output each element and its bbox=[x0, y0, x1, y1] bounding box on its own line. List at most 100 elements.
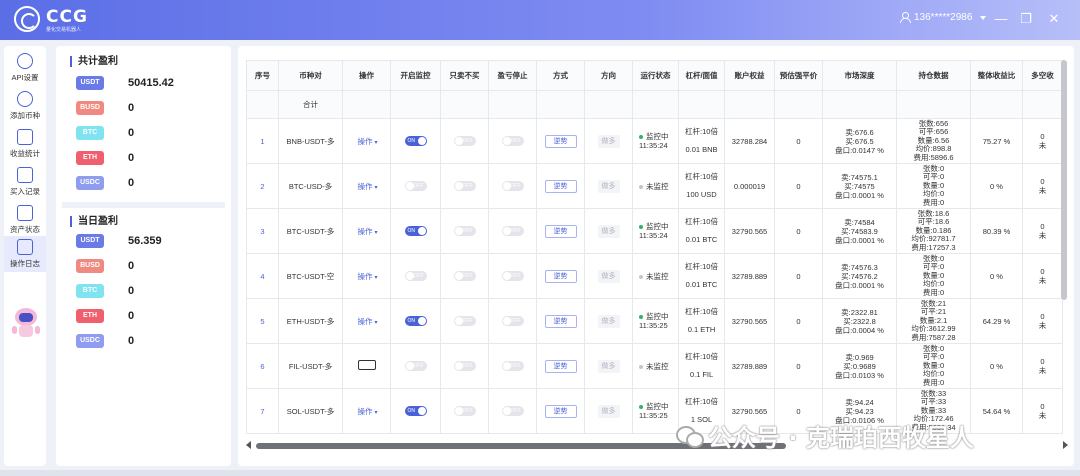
long-short-line: 未 bbox=[1038, 231, 1047, 240]
operation-menu[interactable] bbox=[357, 360, 376, 370]
stop-loss-toggle[interactable]: OFF bbox=[501, 361, 524, 371]
operation-cell: 操作 ▾ bbox=[342, 163, 391, 209]
sidebar-item-profit-stats[interactable]: 收益统计 bbox=[4, 126, 46, 162]
position-line: 费用:7587.28 bbox=[911, 332, 956, 342]
operation-cell: 操作 ▾ bbox=[342, 298, 391, 344]
status-line: 监控中 bbox=[639, 222, 678, 231]
sidebar-item-asset-status[interactable]: 资产状态 bbox=[4, 202, 46, 238]
scroll-right-arrow[interactable] bbox=[1063, 441, 1068, 449]
stop-loss-toggle[interactable]: OFF bbox=[501, 181, 524, 191]
pair-cell: BTC-USDT-空 bbox=[278, 253, 343, 299]
operation-menu[interactable]: 操作 bbox=[355, 181, 374, 192]
sell-only-toggle[interactable]: OFF bbox=[453, 406, 476, 416]
profit-value: 0 bbox=[128, 102, 135, 114]
stop-loss-toggle[interactable]: OFF bbox=[501, 271, 524, 281]
mode-button[interactable]: 逆势 bbox=[544, 314, 577, 328]
restore-button[interactable]: ❐ bbox=[1019, 12, 1033, 26]
direction-button[interactable]: 做多 bbox=[597, 314, 620, 328]
operation-menu[interactable]: 操作 bbox=[355, 316, 374, 327]
vertical-scrollbar[interactable] bbox=[1061, 60, 1067, 300]
face-value: 100 USD bbox=[686, 190, 717, 199]
mode-button[interactable]: 逆势 bbox=[544, 269, 577, 283]
sidebar-item-add-coin[interactable]: 添加币种 bbox=[4, 88, 46, 124]
monitor-toggle[interactable]: ON bbox=[404, 136, 427, 146]
mode-button[interactable]: 逆势 bbox=[544, 134, 577, 148]
minimize-button[interactable]: — bbox=[994, 12, 1008, 26]
sidebar-item-operation-log[interactable]: 操作日志 bbox=[4, 236, 46, 272]
mode-button[interactable]: 逆势 bbox=[544, 224, 577, 238]
today-profit-title: 当日盈利 bbox=[70, 216, 118, 227]
monitor-toggle[interactable]: OFF bbox=[404, 361, 427, 371]
scroll-left-arrow[interactable] bbox=[246, 441, 251, 449]
today-profit-row-usdc: USDC 0 bbox=[76, 334, 216, 350]
operation-menu[interactable]: 操作 bbox=[355, 406, 374, 417]
liquidation-cell: 0 bbox=[774, 163, 823, 209]
mode-button[interactable]: 逆势 bbox=[544, 404, 577, 418]
pair-cell: BNB-USDT-多 bbox=[278, 118, 343, 164]
depth-line: 买:74576.2 bbox=[841, 271, 878, 281]
sell-only-toggle[interactable]: OFF bbox=[453, 316, 476, 326]
user-icon bbox=[900, 12, 911, 23]
depth-line: 盘口:0.0001 % bbox=[835, 190, 884, 200]
stop-loss-toggle-cell: OFF bbox=[488, 388, 537, 434]
sell-only-toggle-cell: OFF bbox=[440, 253, 489, 299]
monitor-toggle[interactable]: ON bbox=[404, 316, 427, 326]
direction-button[interactable]: 做多 bbox=[597, 404, 620, 418]
direction-button[interactable]: 做多 bbox=[597, 179, 620, 193]
monitor-toggle[interactable]: OFF bbox=[404, 271, 427, 281]
mode-button[interactable]: 逆势 bbox=[544, 179, 577, 193]
summary-cell bbox=[896, 90, 971, 119]
sell-only-toggle[interactable]: OFF bbox=[453, 361, 476, 371]
stop-loss-toggle[interactable]: OFF bbox=[501, 136, 524, 146]
row-index: 2 bbox=[246, 163, 279, 209]
coin-badge: BUSD bbox=[76, 101, 104, 115]
user-menu[interactable]: 136*****2986 bbox=[900, 12, 987, 23]
depth-line: 卖:74575.1 bbox=[841, 172, 878, 182]
operation-cell bbox=[342, 343, 391, 389]
summary-cell bbox=[678, 90, 725, 119]
today-profit-row-usdt: USDT 56.359 bbox=[76, 234, 216, 250]
liquidation-cell: 0 bbox=[774, 343, 823, 389]
long-short-line: 0 bbox=[1040, 402, 1045, 411]
status-cell: 监控中 11:35:24 bbox=[632, 208, 679, 254]
monitor-toggle-cell: ON bbox=[390, 208, 441, 254]
sell-only-toggle[interactable]: OFF bbox=[453, 136, 476, 146]
robot-mascot-icon[interactable] bbox=[12, 308, 40, 340]
monitor-toggle[interactable]: ON bbox=[404, 406, 427, 416]
coin-badge: BTC bbox=[76, 126, 104, 140]
stop-loss-toggle[interactable]: OFF bbox=[501, 226, 524, 236]
sidebar-item-label: API设置 bbox=[11, 73, 39, 82]
status-text: 监控中 bbox=[646, 312, 669, 321]
stop-loss-toggle-cell: OFF bbox=[488, 343, 537, 389]
column-header: 整体收益比 bbox=[970, 60, 1023, 91]
position-cell: 张数:0 可平:0 数量:0 均价:0 费用:0 bbox=[896, 253, 971, 299]
stop-loss-toggle[interactable]: OFF bbox=[501, 316, 524, 326]
depth-line: 卖:74584 bbox=[844, 217, 875, 227]
total-profit-row-busd: BUSD 0 bbox=[76, 101, 216, 117]
status-text: 监控中 bbox=[646, 402, 669, 411]
bottom-strip bbox=[0, 470, 1080, 476]
monitor-toggle[interactable]: OFF bbox=[404, 181, 427, 191]
logo-subtitle: 量化交易机器人 bbox=[46, 27, 82, 33]
depth-line: 买:676.5 bbox=[845, 136, 874, 146]
direction-button[interactable]: 做多 bbox=[597, 224, 620, 238]
sidebar-item-buy-records[interactable]: 买入记录 bbox=[4, 164, 46, 200]
operation-menu[interactable]: 操作 bbox=[355, 136, 374, 147]
close-button[interactable]: ✕ bbox=[1047, 12, 1061, 26]
stop-loss-toggle[interactable]: OFF bbox=[501, 406, 524, 416]
sell-only-toggle[interactable]: OFF bbox=[453, 226, 476, 236]
column-header: 预估强平价 bbox=[774, 60, 823, 91]
sell-only-toggle[interactable]: OFF bbox=[453, 181, 476, 191]
direction-button[interactable]: 做多 bbox=[597, 134, 620, 148]
status-cell: 监控中 11:35:24 bbox=[632, 118, 679, 164]
operation-menu[interactable]: 操作 bbox=[355, 226, 374, 237]
direction-button[interactable]: 做多 bbox=[597, 359, 620, 373]
column-header: 盈亏停止 bbox=[488, 60, 537, 91]
sidebar-item-api[interactable]: API设置 bbox=[4, 50, 46, 86]
operation-menu[interactable]: 操作 bbox=[355, 271, 374, 282]
mode-button[interactable]: 逆势 bbox=[544, 359, 577, 373]
sell-only-toggle[interactable]: OFF bbox=[453, 271, 476, 281]
monitor-toggle[interactable]: ON bbox=[404, 226, 427, 236]
summary-cell bbox=[970, 90, 1023, 119]
direction-button[interactable]: 做多 bbox=[597, 269, 620, 283]
